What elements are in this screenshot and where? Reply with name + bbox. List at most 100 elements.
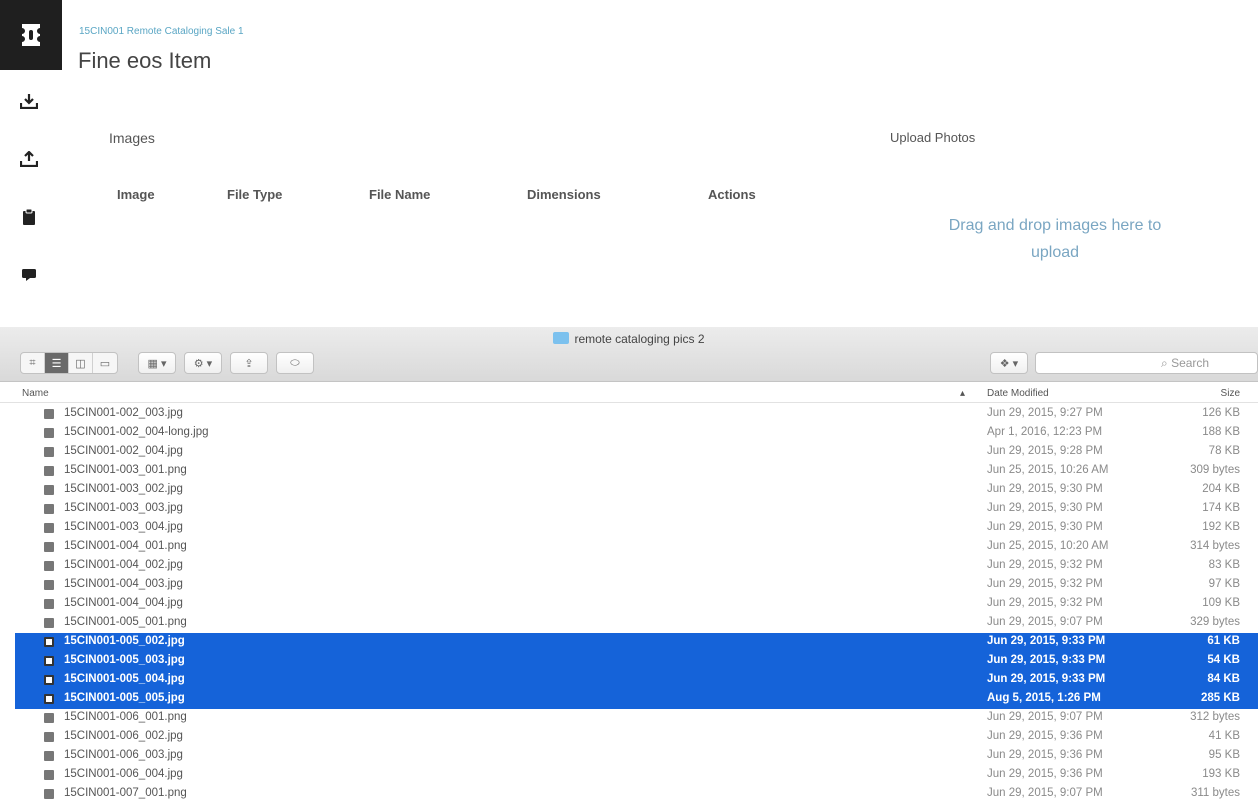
file-date: Jun 29, 2015, 9:36 PM: [987, 768, 1103, 780]
grid-icon: ▦ ▾: [147, 357, 167, 370]
file-row[interactable]: 15CIN001-006_001.png Jun 29, 2015, 9:07 P…: [0, 709, 1258, 728]
sort-arrow-icon[interactable]: ▴: [960, 388, 965, 399]
file-size: 109 KB: [1202, 597, 1240, 609]
file-name: 15CIN001-005_003.jpg: [64, 654, 185, 666]
file-row[interactable]: 15CIN001-006_002.jpg Jun 29, 2015, 9:36 P…: [0, 728, 1258, 747]
file-thumbnail-icon: [44, 409, 54, 419]
file-name: 15CIN001-004_003.jpg: [64, 578, 183, 590]
file-row[interactable]: 15CIN001-003_002.jpg Jun 29, 2015, 9:30 P…: [0, 481, 1258, 500]
file-thumbnail-icon: [44, 466, 54, 476]
file-date: Aug 5, 2015, 1:26 PM: [987, 692, 1101, 704]
file-name: 15CIN001-002_003.jpg: [64, 407, 183, 419]
finder-toolbar: remote cataloging pics 2 ⌗ ☰ ◫ ▭ ▦ ▾ ⚙ ▾…: [0, 327, 1258, 382]
file-row[interactable]: 15CIN001-004_004.jpg Jun 29, 2015, 9:32 P…: [0, 595, 1258, 614]
icon-view-icon[interactable]: ⌗: [21, 353, 45, 373]
file-thumbnail-icon: [44, 694, 54, 704]
file-row[interactable]: 15CIN001-005_003.jpg Jun 29, 2015, 9:33 P…: [15, 652, 1258, 671]
file-date: Jun 29, 2015, 9:33 PM: [987, 654, 1106, 666]
file-size: 54 KB: [1207, 654, 1240, 666]
logo-icon: [22, 24, 40, 46]
upload-icon[interactable]: [18, 148, 40, 170]
tags-button[interactable]: ⬭: [276, 352, 314, 374]
upload-dropzone[interactable]: Drag and drop images here to upload: [925, 212, 1185, 266]
comment-icon[interactable]: [18, 264, 40, 286]
file-row[interactable]: 15CIN001-007_001.png Jun 29, 2015, 9:07 P…: [0, 785, 1258, 803]
file-name: 15CIN001-002_004.jpg: [64, 445, 183, 457]
file-row[interactable]: 15CIN001-004_002.jpg Jun 29, 2015, 9:32 P…: [0, 557, 1258, 576]
file-size: 97 KB: [1208, 578, 1240, 590]
search-icon: ⌕: [1161, 356, 1172, 370]
file-name: 15CIN001-006_001.png: [64, 711, 187, 723]
file-row[interactable]: 15CIN001-006_004.jpg Jun 29, 2015, 9:36 P…: [0, 766, 1258, 785]
column-date-header[interactable]: Date Modified: [987, 388, 1049, 399]
list-view-icon[interactable]: ☰: [45, 353, 69, 373]
file-row[interactable]: 15CIN001-003_001.png Jun 25, 2015, 10:26 …: [0, 462, 1258, 481]
file-row[interactable]: 15CIN001-002_003.jpg Jun 29, 2015, 9:27 P…: [0, 405, 1258, 424]
file-row[interactable]: 15CIN001-002_004.jpg Jun 29, 2015, 9:28 P…: [0, 443, 1258, 462]
file-row[interactable]: 15CIN001-002_004-long.jpg Apr 1, 2016, 12…: [0, 424, 1258, 443]
file-date: Jun 29, 2015, 9:33 PM: [987, 673, 1106, 685]
file-date: Jun 29, 2015, 9:07 PM: [987, 711, 1103, 723]
file-date: Jun 25, 2015, 10:26 AM: [987, 464, 1109, 476]
share-button[interactable]: ⇪: [230, 352, 268, 374]
file-name: 15CIN001-005_005.jpg: [64, 692, 185, 704]
file-thumbnail-icon: [44, 789, 54, 799]
file-row[interactable]: 15CIN001-003_003.jpg Jun 29, 2015, 9:30 P…: [0, 500, 1258, 519]
file-thumbnail-icon: [44, 656, 54, 666]
file-date: Jun 29, 2015, 9:28 PM: [987, 445, 1103, 457]
folder-icon: [553, 332, 570, 344]
file-size: 84 KB: [1207, 673, 1240, 685]
file-size: 78 KB: [1208, 445, 1240, 457]
file-date: Jun 29, 2015, 9:30 PM: [987, 502, 1103, 514]
file-row[interactable]: 15CIN001-005_004.jpg Jun 29, 2015, 9:33 P…: [15, 671, 1258, 690]
file-size: 285 KB: [1201, 692, 1240, 704]
file-date: Jun 29, 2015, 9:36 PM: [987, 730, 1103, 742]
file-date: Jun 29, 2015, 9:32 PM: [987, 559, 1103, 571]
file-date: Jun 29, 2015, 9:30 PM: [987, 483, 1103, 495]
file-size: 174 KB: [1202, 502, 1240, 514]
file-name: 15CIN001-003_001.png: [64, 464, 187, 476]
file-date: Jun 29, 2015, 9:32 PM: [987, 597, 1103, 609]
file-row[interactable]: 15CIN001-005_002.jpg Jun 29, 2015, 9:33 P…: [15, 633, 1258, 652]
app-logo[interactable]: [0, 0, 62, 70]
file-row[interactable]: 15CIN001-005_005.jpg Aug 5, 2015, 1:26 PM…: [15, 690, 1258, 709]
file-size: 309 bytes: [1190, 464, 1240, 476]
file-thumbnail-icon: [44, 561, 54, 571]
file-size: 311 bytes: [1190, 787, 1240, 799]
file-row[interactable]: 15CIN001-004_003.jpg Jun 29, 2015, 9:32 P…: [0, 576, 1258, 595]
file-name: 15CIN001-006_002.jpg: [64, 730, 183, 742]
column-name-header[interactable]: Name: [22, 388, 49, 399]
file-thumbnail-icon: [44, 732, 54, 742]
file-date: Jun 29, 2015, 9:36 PM: [987, 749, 1103, 761]
column-size-header[interactable]: Size: [1221, 388, 1240, 399]
file-list: 15CIN001-002_003.jpg Jun 29, 2015, 9:27 P…: [0, 405, 1258, 803]
file-date: Jun 29, 2015, 9:07 PM: [987, 616, 1103, 628]
download-icon[interactable]: [18, 90, 40, 112]
file-row[interactable]: 15CIN001-004_001.png Jun 25, 2015, 10:20 …: [0, 538, 1258, 557]
dropbox-button[interactable]: ❖ ▾: [990, 352, 1028, 374]
file-size: 95 KB: [1208, 749, 1240, 761]
arrange-button[interactable]: ▦ ▾: [138, 352, 176, 374]
file-thumbnail-icon: [44, 485, 54, 495]
action-menu-button[interactable]: ⚙ ▾: [184, 352, 222, 374]
file-size: 192 KB: [1202, 521, 1240, 533]
clipboard-icon[interactable]: [18, 206, 40, 228]
file-name: 15CIN001-003_003.jpg: [64, 502, 183, 514]
column-view-icon[interactable]: ◫: [69, 353, 93, 373]
file-row[interactable]: 15CIN001-006_003.jpg Jun 29, 2015, 9:36 P…: [0, 747, 1258, 766]
file-date: Jun 29, 2015, 9:32 PM: [987, 578, 1103, 590]
file-thumbnail-icon: [44, 523, 54, 533]
search-input[interactable]: ⌕ Search: [1035, 352, 1258, 374]
file-name: 15CIN001-005_004.jpg: [64, 673, 185, 685]
file-row[interactable]: 15CIN001-003_004.jpg Jun 29, 2015, 9:30 P…: [0, 519, 1258, 538]
file-thumbnail-icon: [44, 428, 54, 438]
file-thumbnail-icon: [44, 599, 54, 609]
file-name: 15CIN001-005_002.jpg: [64, 635, 185, 647]
file-name: 15CIN001-002_004-long.jpg: [64, 426, 209, 438]
gear-icon: ⚙ ▾: [193, 357, 213, 370]
cover-flow-icon[interactable]: ▭: [93, 353, 117, 373]
breadcrumb[interactable]: 15CIN001 Remote Cataloging Sale 1: [79, 26, 244, 37]
file-thumbnail-icon: [44, 504, 54, 514]
file-thumbnail-icon: [44, 447, 54, 457]
file-row[interactable]: 15CIN001-005_001.png Jun 29, 2015, 9:07 P…: [0, 614, 1258, 633]
